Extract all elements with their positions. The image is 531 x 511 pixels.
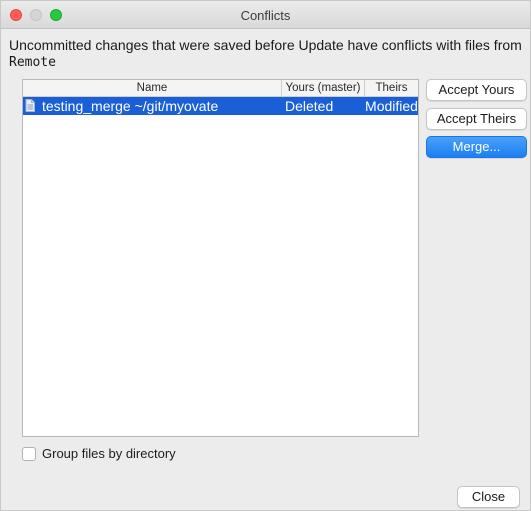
column-header-yours[interactable]: Yours (master) — [282, 80, 365, 96]
merge-button[interactable]: Merge... — [426, 136, 527, 158]
conflicts-dialog: Conflicts Uncommitted changes that were … — [0, 0, 531, 511]
accept-yours-button[interactable]: Accept Yours — [426, 79, 527, 101]
window-title: Conflicts — [240, 8, 291, 23]
title-bar: Conflicts — [1, 1, 530, 29]
group-by-directory-label: Group files by directory — [42, 446, 176, 461]
file-icon — [25, 99, 35, 112]
table-header: Name Yours (master) Theirs — [23, 80, 418, 97]
row-yours-cell: Deleted — [285, 98, 334, 114]
row-theirs-cell: Modified — [365, 98, 418, 114]
conflict-message: Uncommitted changes that were saved befo… — [9, 37, 524, 71]
conflict-message-text: Uncommitted changes that were saved befo… — [9, 37, 522, 53]
accept-theirs-button[interactable]: Accept Theirs — [426, 108, 527, 130]
column-header-name[interactable]: Name — [23, 80, 282, 96]
table-row[interactable]: testing_merge ~/git/myovate Deleted Modi… — [23, 97, 418, 115]
group-by-directory-checkbox[interactable] — [22, 447, 36, 461]
column-header-theirs[interactable]: Theirs — [365, 80, 418, 96]
row-name-cell: testing_merge ~/git/myovate — [42, 98, 219, 114]
conflict-message-source: Remote — [9, 55, 56, 70]
close-button[interactable]: Close — [457, 486, 520, 508]
conflicts-table: Name Yours (master) Theirs testing_merge… — [22, 79, 419, 437]
